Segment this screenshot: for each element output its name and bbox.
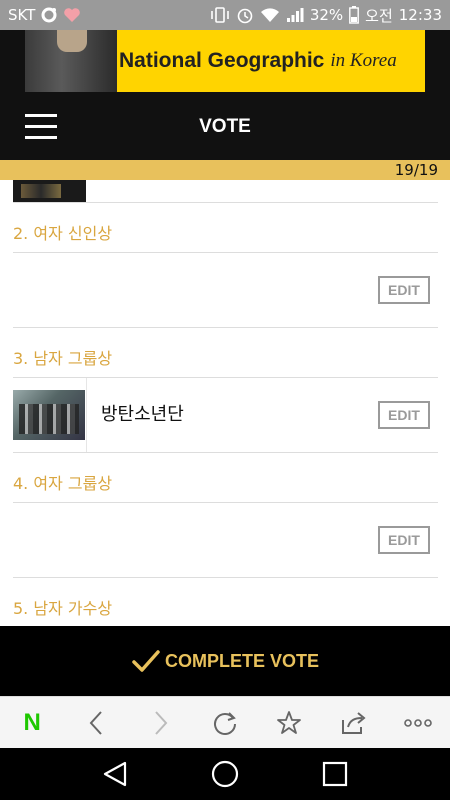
naver-home-icon[interactable]: N — [12, 703, 52, 743]
selection-name: 방탄소년단 — [101, 404, 184, 425]
vote-progress-bar: 19/19 — [0, 160, 450, 180]
time-ampm: 오전 — [365, 6, 393, 25]
app-header: National Geographic in Korea VOTE — [0, 30, 450, 160]
category-title-4: 4. 여자 그룹상 — [13, 474, 113, 493]
ad-banner[interactable]: National Geographic in Korea — [25, 30, 425, 92]
page-title: VOTE — [199, 116, 251, 137]
android-nav-bar — [0, 748, 450, 800]
status-bar: SKT 32% 오전 12:33 — [0, 0, 450, 30]
wifi-icon — [260, 7, 280, 23]
progress-count: 19/19 — [394, 161, 438, 179]
edit-button[interactable]: EDIT — [378, 401, 430, 429]
divider — [13, 577, 438, 578]
progress-fill — [0, 160, 450, 180]
category-3-selection: 방탄소년단 EDIT — [13, 378, 438, 452]
signal-icon — [286, 7, 304, 23]
nominee-thumbnail — [13, 390, 85, 440]
complete-vote-label: COMPLETE VOTE — [164, 650, 319, 671]
more-icon[interactable] — [398, 703, 438, 743]
divider — [13, 452, 438, 453]
vibrate-icon — [210, 7, 230, 23]
reload-icon[interactable] — [205, 703, 245, 743]
category-4-selection: EDIT — [13, 503, 438, 577]
banner-text: National Geographic in Korea — [117, 30, 397, 92]
notification-app-icon — [41, 7, 57, 23]
previous-item-thumbnail — [13, 180, 86, 202]
category-title-2: 2. 여자 신인상 — [13, 224, 113, 243]
checkmark-icon — [132, 650, 160, 672]
clock-time: 12:33 — [398, 6, 442, 24]
banner-script: in Korea — [330, 50, 397, 71]
recents-square-icon[interactable] — [315, 754, 355, 794]
category-2-selection: EDIT — [13, 253, 438, 327]
heart-icon — [63, 7, 81, 23]
divider — [13, 327, 438, 328]
back-icon[interactable] — [76, 703, 116, 743]
carrier-label: SKT — [8, 6, 36, 24]
banner-photo — [25, 30, 117, 92]
banner-brand: National Geographic — [119, 49, 325, 72]
edit-button[interactable]: EDIT — [378, 526, 430, 554]
bookmark-star-icon[interactable] — [269, 703, 309, 743]
edit-button[interactable]: EDIT — [378, 276, 430, 304]
battery-percent: 32% — [309, 6, 344, 24]
vote-list[interactable]: 2. 여자 신인상 EDIT 3. 남자 그룹상 방탄소년단 EDIT 4. 여… — [0, 180, 450, 626]
home-circle-icon[interactable] — [205, 754, 245, 794]
column-divider — [86, 378, 87, 452]
category-title-5: 5. 남자 가수상 — [13, 599, 113, 618]
forward-icon[interactable] — [141, 703, 181, 743]
back-triangle-icon[interactable] — [95, 754, 135, 794]
category-title-3: 3. 남자 그룹상 — [13, 349, 113, 368]
browser-toolbar: N — [0, 696, 450, 748]
complete-vote-button[interactable]: COMPLETE VOTE — [0, 626, 450, 696]
divider — [13, 202, 438, 203]
share-icon[interactable] — [334, 703, 374, 743]
alarm-icon — [236, 6, 254, 24]
battery-icon — [349, 6, 360, 24]
